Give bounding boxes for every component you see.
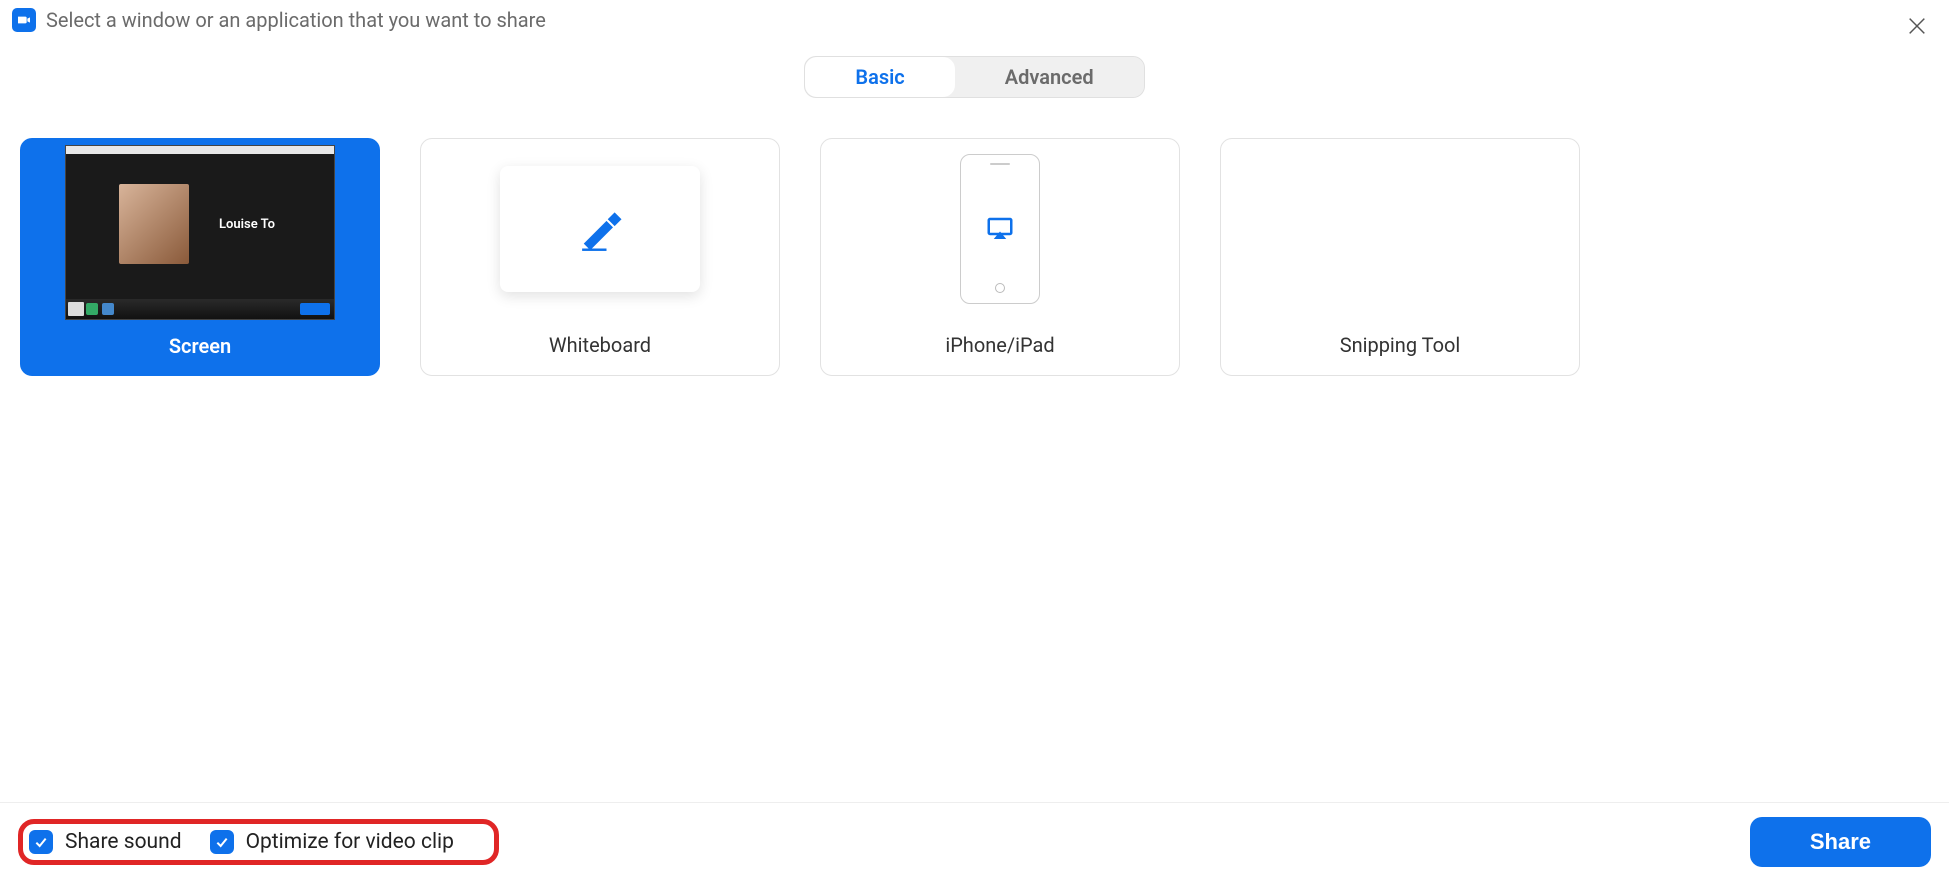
optimize-video-option[interactable]: Optimize for video clip	[210, 830, 454, 854]
tile-snipping-preview	[1221, 139, 1579, 319]
whiteboard-card	[500, 166, 700, 292]
close-button[interactable]	[1903, 12, 1931, 40]
close-icon	[1906, 15, 1928, 37]
tile-whiteboard-preview	[421, 139, 779, 319]
optimize-video-label: Optimize for video clip	[246, 830, 454, 854]
dialog-header: Select a window or an application that y…	[0, 0, 1949, 40]
tab-advanced[interactable]: Advanced	[955, 57, 1144, 97]
share-button[interactable]: Share	[1750, 817, 1931, 867]
tile-snipping-tool[interactable]: Snipping Tool	[1220, 138, 1580, 376]
tile-iphone-preview	[821, 139, 1179, 319]
share-sound-checkbox[interactable]	[29, 830, 53, 854]
check-icon	[214, 834, 230, 850]
tile-screen-preview: Louise To	[21, 139, 379, 320]
tile-snipping-label: Snipping Tool	[1340, 319, 1461, 375]
airplay-icon	[985, 214, 1015, 244]
tile-iphone-ipad[interactable]: iPhone/iPad	[820, 138, 1180, 376]
phone-outline-icon	[960, 154, 1040, 304]
optimize-video-checkbox[interactable]	[210, 830, 234, 854]
tab-basic[interactable]: Basic	[805, 57, 954, 97]
check-icon	[33, 834, 49, 850]
zoom-app-icon	[12, 8, 36, 32]
tile-whiteboard[interactable]: Whiteboard	[420, 138, 780, 376]
tab-group: Basic Advanced	[804, 56, 1144, 98]
tile-whiteboard-label: Whiteboard	[549, 319, 651, 375]
share-options-grid: Louise To Screen Whiteboard	[0, 98, 1949, 396]
dialog-title: Select a window or an application that y…	[46, 8, 546, 32]
tab-bar: Basic Advanced	[0, 56, 1949, 98]
dialog-footer: Share sound Optimize for video clip Shar…	[0, 802, 1949, 881]
desktop-thumbnail: Louise To	[65, 145, 335, 320]
participant-name: Louise To	[219, 217, 275, 232]
options-highlight-annotation: Share sound Optimize for video clip	[18, 819, 499, 865]
share-sound-label: Share sound	[65, 830, 182, 854]
tile-screen[interactable]: Louise To Screen	[20, 138, 380, 376]
participant-avatar	[119, 184, 189, 264]
pen-icon	[574, 203, 626, 255]
share-sound-option[interactable]: Share sound	[29, 830, 182, 854]
tile-iphone-label: iPhone/iPad	[945, 319, 1054, 375]
tile-screen-label: Screen	[169, 320, 231, 376]
